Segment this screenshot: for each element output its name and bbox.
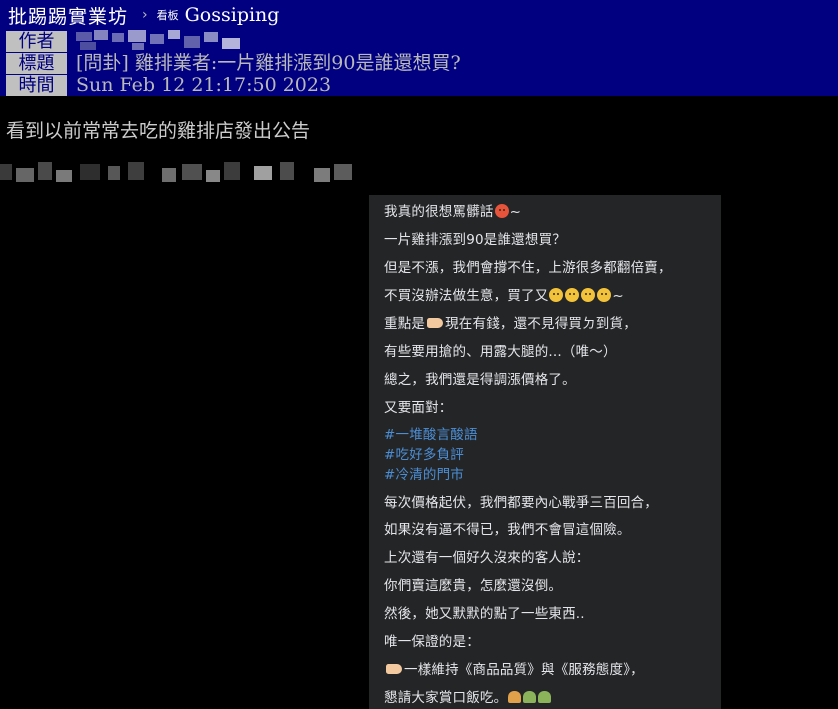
- card-line-3: 但是不漲，我們會撐不住，上游很多都翻倍賣，: [384, 260, 672, 276]
- meta-row-time: 時間 Sun Feb 12 21:17:50 2023: [0, 74, 838, 96]
- time-tag: 時間: [6, 74, 67, 96]
- ptt-web-page: 批踢踢實業坊 › 看板 Gossiping 作者 標題 [問卦] 雞排業者:一片…: [0, 0, 838, 709]
- meta-row-author: 作者: [0, 30, 838, 52]
- author-pixelated: [72, 30, 252, 51]
- bowing-person-icon: [538, 691, 552, 703]
- article-meta-header: 作者 標題 [問卦] 雞排業者:一片雞排漲到90是誰還想買? 時間 Sun Fe…: [0, 30, 838, 96]
- article-time: Sun Feb 12 21:17:50 2023: [76, 74, 332, 96]
- breadcrumb-separator: ›: [142, 7, 148, 23]
- card-line-15: 一樣維持《商品品質》與《服務態度》，: [384, 658, 644, 678]
- board-name-link[interactable]: Gossiping: [185, 4, 280, 26]
- card-line-6: 有些要用搶的、用露大腿的...（唯～）: [384, 344, 617, 360]
- card-line-1: 我真的很想罵髒話 ~: [384, 204, 522, 220]
- hashtag-link[interactable]: #一堆酸言酸語: [384, 423, 478, 443]
- card-line-14: 唯一保證的是：: [384, 634, 480, 650]
- post-lead-text: 看到以前常常去吃的雞排店發出公告: [6, 120, 311, 142]
- article-title: [問卦] 雞排業者:一片雞排漲到90是誰還想買?: [76, 52, 461, 74]
- card-line-10: 如果沒有逼不得已，我們不會冒這個險。: [384, 522, 631, 538]
- bowing-person-icon: [508, 691, 522, 703]
- card-line-5: 重點是 現在有錢，還不見得買ㄉ到貨，: [384, 316, 637, 332]
- card-line-13: 然後，她又默默的點了一些東西..: [384, 606, 585, 622]
- hashtag-link[interactable]: #吃好多負評: [384, 443, 464, 463]
- sad-face-icon: [597, 288, 612, 302]
- pointing-hand-icon: [386, 664, 402, 674]
- card-line-9: 每次價格起伏，我們都要內心戰爭三百回合，: [384, 495, 658, 511]
- card-line-12: 你們賣這麼貴，怎麼還沒倒。: [384, 578, 563, 594]
- sad-face-icon: [565, 288, 580, 302]
- sad-face-icon: [581, 288, 596, 302]
- blurred-link-line: [0, 160, 360, 186]
- angry-face-icon: [494, 204, 509, 218]
- announcement-screenshot: 我真的很想罵髒話 ~ 一片雞排漲到90是誰還想買？ 但是不漲，我們會撐不住，上游很…: [369, 195, 721, 709]
- hashtag-link[interactable]: #冷清的門市: [384, 463, 464, 483]
- pointing-hand-icon: [427, 318, 444, 328]
- bowing-person-icon: [523, 691, 537, 703]
- meta-row-title: 標題 [問卦] 雞排業者:一片雞排漲到90是誰還想買?: [0, 52, 838, 74]
- title-tag: 標題: [6, 52, 67, 74]
- card-line-4: 不買沒辦法做生意，買了又 ~: [384, 288, 624, 304]
- card-line-2: 一片雞排漲到90是誰還想買？: [384, 232, 566, 248]
- card-line-8: 又要面對：: [384, 400, 453, 416]
- author-tag: 作者: [6, 30, 67, 52]
- card-line-16: 懇請大家賞口飯吃。: [384, 686, 552, 706]
- sad-face-icon: [549, 288, 564, 302]
- site-name-link[interactable]: 批踢踢實業坊: [8, 2, 128, 29]
- top-nav-bar: 批踢踢實業坊 › 看板 Gossiping: [0, 0, 838, 30]
- board-label: 看板: [156, 9, 179, 22]
- card-line-11: 上次還有一個好久沒來的客人說：: [384, 550, 590, 566]
- card-line-7: 總之，我們還是得調漲價格了。: [384, 372, 576, 388]
